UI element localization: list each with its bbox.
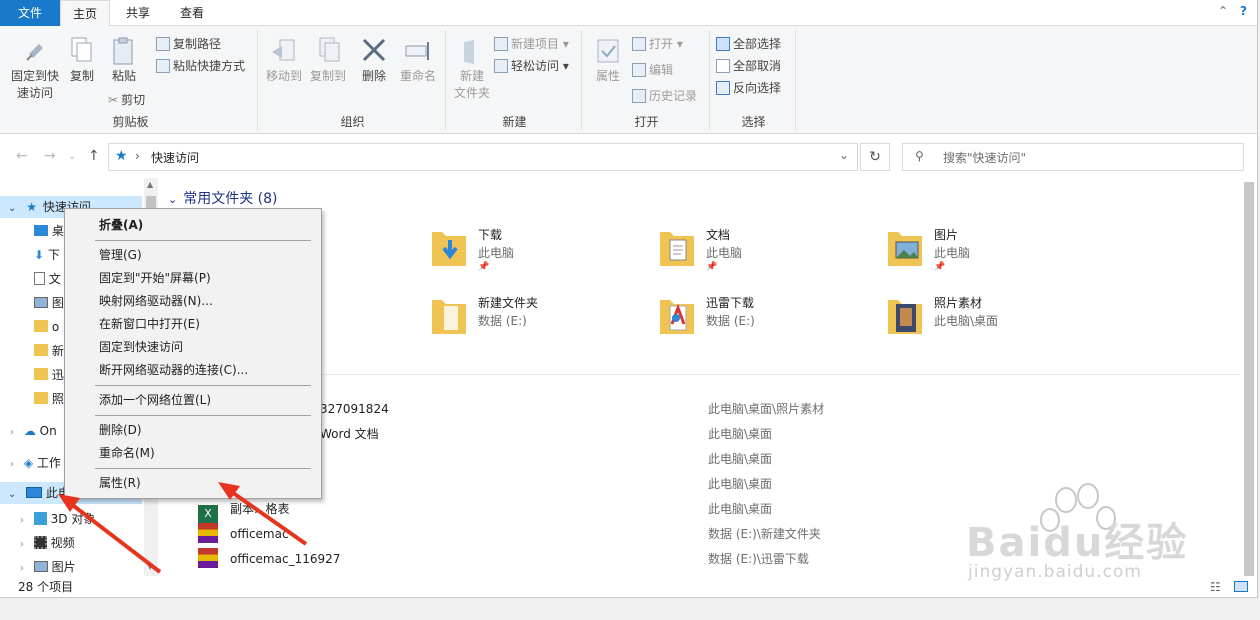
red-arrow-right [224, 486, 308, 546]
red-arrow-left [64, 498, 162, 574]
annotation-arrows [58, 482, 308, 574]
